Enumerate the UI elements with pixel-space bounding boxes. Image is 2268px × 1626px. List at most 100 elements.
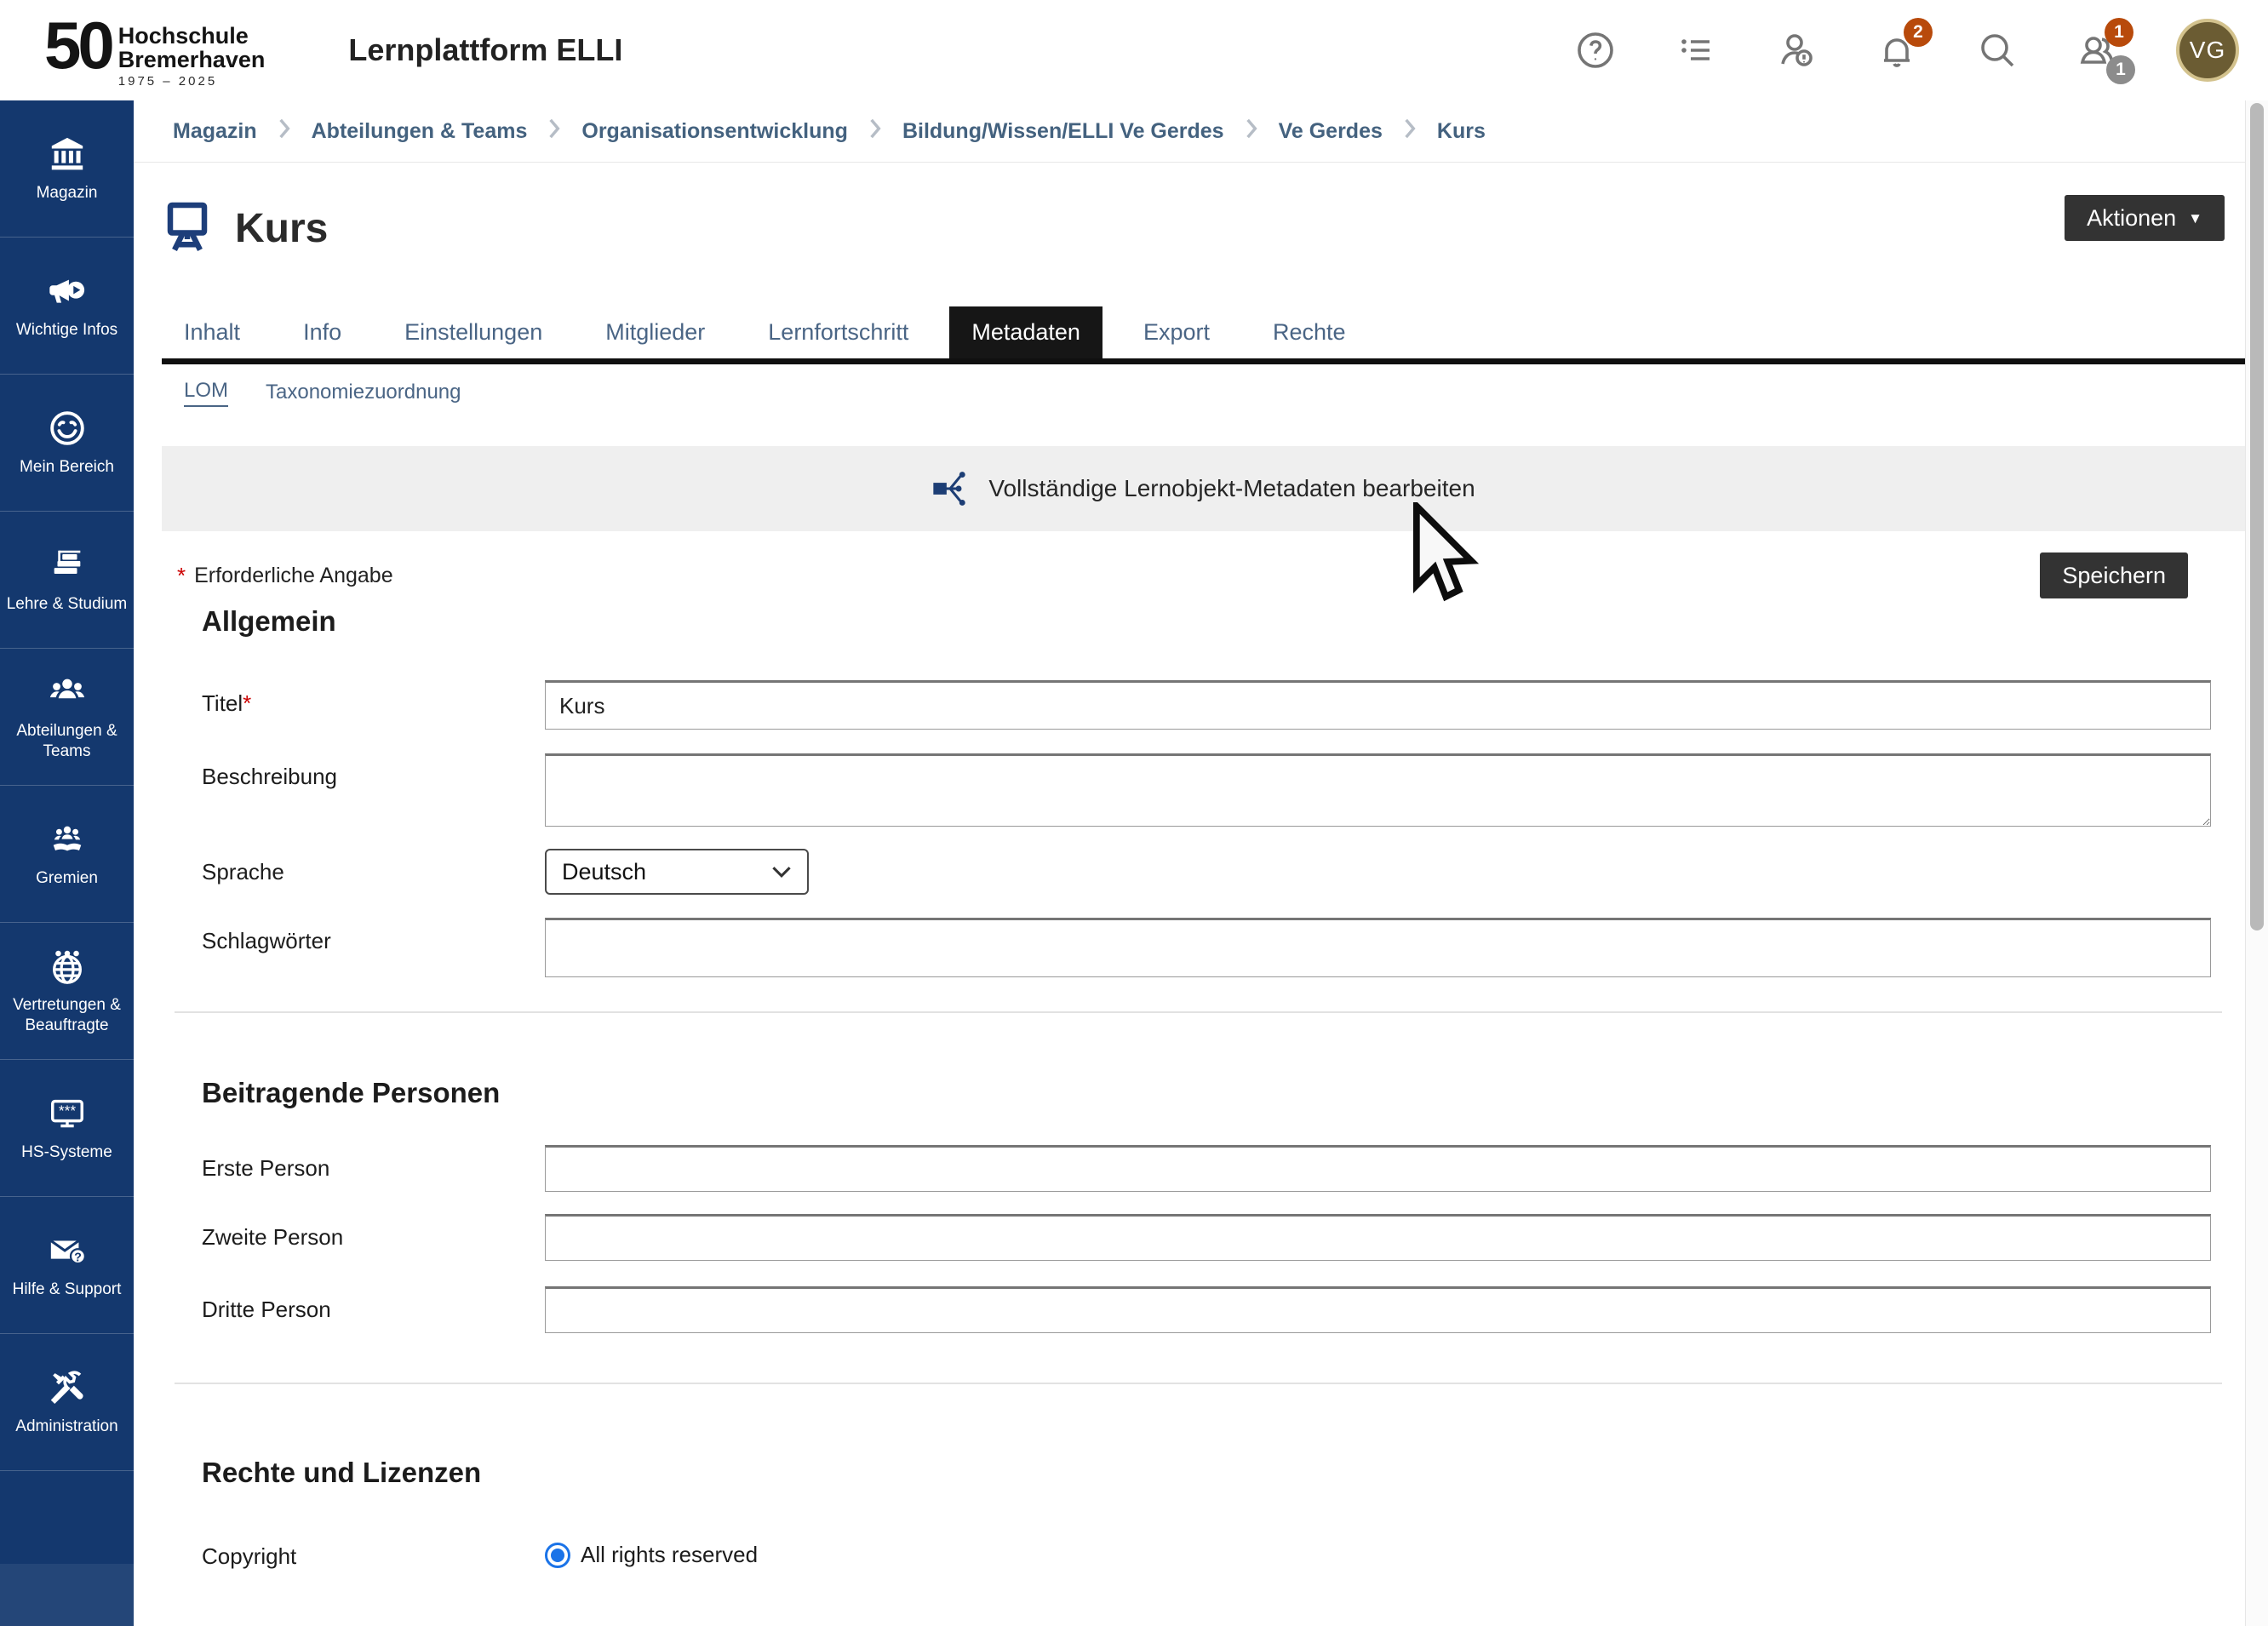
sidebar-item-mein-bereich[interactable]: Mein Bereich [0,375,134,512]
mail-question-icon: ? [48,1230,87,1271]
hochschule-bremerhaven-logo[interactable]: 50 Hochschule Bremerhaven 1975 – 2025 [44,12,265,89]
who-is-online-icon[interactable] [1774,28,1818,72]
tab-info[interactable]: Info [281,306,364,358]
megaphone-icon [48,271,87,312]
sidebar-item-label: Abteilungen & Teams [5,721,129,762]
sidebar-item-vertretungen-beauftragte[interactable]: Vertretungen & Beauftragte [0,923,134,1060]
save-button[interactable]: Speichern [2040,552,2188,598]
required-hint: Erforderliche Angabe [194,564,392,588]
edit-full-metadata-link[interactable]: Vollständige Lernobjekt-Metadaten bearbe… [932,469,1475,508]
notifications-bell-icon[interactable]: 2 [1875,28,1919,72]
breadcrumb-item[interactable]: Ve Gerdes [1279,119,1383,144]
erste-person-input[interactable] [545,1145,2211,1192]
task-list-icon[interactable] [1674,28,1718,72]
sidebar-item-magazin[interactable]: Magazin [0,100,134,238]
field-row-sprache: Sprache Deutsch [202,849,2211,895]
chevron-right-icon [278,117,291,146]
search-icon[interactable] [1975,28,2019,72]
top-header: 50 Hochschule Bremerhaven 1975 – 2025 Le… [0,0,2268,101]
app-window: 50 Hochschule Bremerhaven 1975 – 2025 Le… [0,0,2268,1626]
sprache-label: Sprache [202,849,545,885]
notifications-badge: 2 [1904,18,1933,47]
tab-lernfortschritt[interactable]: Lernfortschritt [746,306,931,358]
people-group-icon [48,672,87,713]
vertical-scrollbar [2245,100,2268,1626]
subtab-taxonomiezuordnung[interactable]: Taxonomiezuordnung [266,381,461,404]
sidebar-item-abteilungen-teams[interactable]: Abteilungen & Teams [0,649,134,786]
titel-input[interactable] [545,680,2211,730]
breadcrumb-item[interactable]: Magazin [173,119,257,144]
beschreibung-label: Beschreibung [202,753,545,790]
chevron-right-icon [1245,117,1258,146]
tab-export[interactable]: Export [1121,306,1232,358]
section-divider [175,1011,2222,1013]
chevron-right-icon [1403,117,1417,146]
sidebar-item-hs-systeme[interactable]: *** HS-Systeme [0,1060,134,1197]
breadcrumb-item-current[interactable]: Kurs [1437,119,1486,144]
tools-icon [48,1367,87,1408]
sprache-selected-value: Deutsch [562,859,646,885]
sidebar-item-label: Wichtige Infos [16,320,117,341]
form-toolbar: * Erforderliche Angabe Speichern [177,552,2246,598]
sprache-select[interactable]: Deutsch [545,849,809,895]
logo-name-line1: Hochschule [118,24,266,48]
sidebar-item-lehre-studium[interactable]: Lehre & Studium [0,512,134,649]
field-row-beschreibung: Beschreibung [202,753,2211,831]
chevron-down-icon [771,865,792,879]
zweite-person-input[interactable] [545,1214,2211,1261]
logo-text: Hochschule Bremerhaven 1975 – 2025 [118,24,266,89]
contacts-icon[interactable]: 1 1 [2076,28,2120,72]
section-heading-rechte: Rechte und Lizenzen [202,1457,2246,1489]
field-row-dritte-person: Dritte Person [202,1286,2211,1333]
section-heading-beitragende: Beitragende Personen [202,1077,2246,1109]
copyright-radio-row: All rights reserved [545,1542,2211,1568]
contacts-badge-online: 1 [2106,55,2135,84]
required-asterisk: * [177,563,186,589]
breadcrumb: Magazin Abteilungen & Teams Organisation… [134,100,2246,163]
dritte-person-input[interactable] [545,1286,2211,1333]
logo-name-line2: Bremerhaven [118,48,266,72]
monitor-icon: *** [48,1093,87,1134]
sidebar-item-label: HS-Systeme [21,1142,112,1163]
subtab-lom[interactable]: LOM [184,379,228,407]
sidebar-item-label: Lehre & Studium [7,594,128,615]
tab-mitglieder[interactable]: Mitglieder [583,306,727,358]
schlagwoerter-input[interactable] [545,918,2211,977]
breadcrumb-item[interactable]: Bildung/Wissen/ELLI Ve Gerdes [902,119,1224,144]
bank-icon [48,134,87,175]
copyright-label: Copyright [202,1542,545,1570]
tab-einstellungen[interactable]: Einstellungen [382,306,564,358]
breadcrumb-item[interactable]: Organisationsentwicklung [581,119,848,144]
actions-dropdown-button[interactable]: Aktionen ▼ [2065,195,2225,241]
svg-text:***: *** [58,1102,75,1119]
globe-people-icon [48,946,87,987]
tab-metadaten[interactable]: Metadaten [949,306,1102,358]
sidebar-item-administration[interactable]: Administration [0,1334,134,1471]
beschreibung-textarea[interactable] [545,753,2211,827]
field-row-erste-person: Erste Person [202,1145,2211,1192]
tab-rechte[interactable]: Rechte [1251,306,1368,358]
books-icon [48,545,87,586]
user-avatar[interactable]: VG [2176,19,2239,82]
field-row-zweite-person: Zweite Person [202,1214,2211,1261]
sidebar-item-wichtige-infos[interactable]: Wichtige Infos [0,238,134,375]
sidebar-item-hilfe-support[interactable]: ? Hilfe & Support [0,1197,134,1334]
sidebar-item-label: Gremien [36,868,98,889]
copyright-option-label: All rights reserved [581,1542,758,1568]
actions-button-label: Aktionen [2087,205,2176,232]
breadcrumb-item[interactable]: Abteilungen & Teams [312,119,528,144]
main-content: Magazin Abteilungen & Teams Organisation… [134,100,2246,1626]
field-row-titel: Titel* [202,680,2211,730]
field-row-copyright: Copyright All rights reserved [202,1542,2211,1570]
page-title: Kurs [235,205,328,252]
section-divider [175,1383,2222,1384]
help-icon[interactable] [1573,28,1618,72]
sidebar-item-gremien[interactable]: Gremien [0,786,134,923]
logo-anniversary: 1975 – 2025 [118,74,266,89]
zweite-person-label: Zweite Person [202,1214,545,1251]
copyright-radio-selected[interactable] [545,1543,570,1568]
scrollbar-thumb[interactable] [2250,103,2264,930]
tab-inhalt[interactable]: Inhalt [162,306,262,358]
course-easel-icon [162,198,213,259]
chevron-right-icon [547,117,561,146]
